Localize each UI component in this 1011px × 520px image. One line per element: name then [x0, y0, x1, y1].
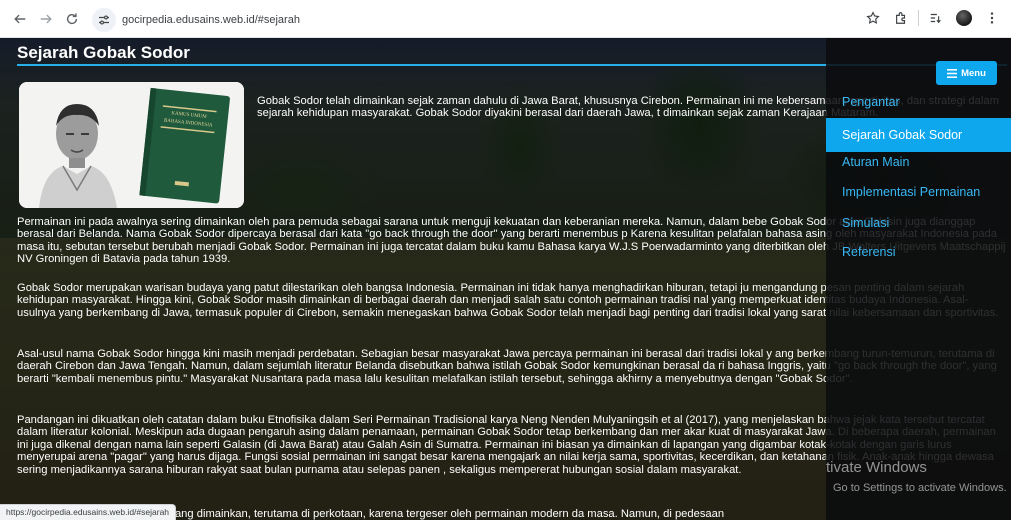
activate-windows-subtitle: Go to Settings to activate Windows.: [833, 482, 1007, 494]
activate-windows-title: tivate Windows: [826, 459, 927, 476]
browser-toolbar: gocirpedia.edusains.web.id/#sejarah: [0, 0, 1011, 38]
menu-item-implementasi[interactable]: Implementasi Permainan: [826, 175, 1011, 209]
reload-icon[interactable]: [58, 5, 86, 33]
menu-item-referensi[interactable]: Referensi: [826, 235, 1011, 269]
forward-arrow-icon[interactable]: [32, 5, 60, 33]
page-viewport: Sejarah Gobak Sodor KAMUS UMUM BAHASA IN…: [0, 38, 1011, 520]
menu-toggle-button[interactable]: Menu: [936, 61, 997, 85]
menu-item-pengantar[interactable]: Pengantar: [826, 85, 1011, 119]
bookmark-star-icon[interactable]: [862, 6, 884, 30]
site-info-icon[interactable]: [92, 7, 116, 32]
hamburger-icon: [947, 68, 958, 78]
extensions-icon[interactable]: [890, 6, 912, 30]
author-book-photo: KAMUS UMUM BAHASA INDONESIA: [19, 82, 244, 208]
url-text[interactable]: gocirpedia.edusains.web.id/#sejarah: [122, 14, 300, 26]
back-arrow-icon[interactable]: [6, 5, 34, 33]
address-bar[interactable]: gocirpedia.edusains.web.id/#sejarah: [92, 6, 892, 33]
link-status-bubble: https://gocirpedia.edusains.web.id/#seja…: [0, 504, 177, 520]
reading-list-icon[interactable]: [925, 6, 947, 30]
toolbar-divider: [918, 10, 919, 26]
profile-avatar-icon[interactable]: [953, 6, 975, 30]
menu-button-label: Menu: [961, 67, 986, 79]
more-vert-icon[interactable]: [981, 6, 1003, 30]
menu-item-aturan-main[interactable]: Aturan Main: [826, 145, 1011, 179]
